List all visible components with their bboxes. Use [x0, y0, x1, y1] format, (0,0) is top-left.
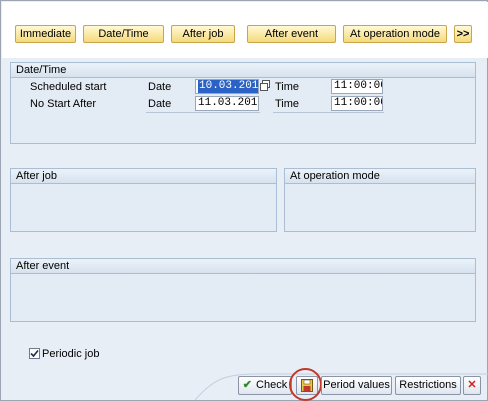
scheduled-start-time-field[interactable]: 11:00:00	[331, 79, 383, 94]
after-event-button[interactable]: After event	[247, 25, 336, 43]
after-job-group: After job	[10, 168, 277, 232]
at-operation-mode-button[interactable]: At operation mode	[343, 25, 447, 43]
more-options-button[interactable]: >>	[454, 25, 472, 43]
no-start-after-label: No Start After	[30, 98, 97, 110]
date-row-divider	[146, 112, 260, 113]
highlight-circle	[289, 368, 322, 401]
restrictions-button[interactable]: Restrictions	[395, 376, 461, 395]
date-time-group-title: Date/Time	[11, 63, 475, 78]
close-button[interactable]: ✕	[463, 376, 481, 395]
at-operation-mode-group-title: At operation mode	[285, 169, 475, 184]
scheduled-start-label: Scheduled start	[30, 81, 107, 93]
scheduled-start-date-label: Date	[148, 81, 172, 93]
immediate-button[interactable]: Immediate	[15, 25, 76, 43]
scheduled-start-date-value: 10.03.2013	[198, 80, 258, 93]
check-button-label: Check	[256, 379, 288, 391]
no-start-after-date-label: Date	[148, 98, 172, 110]
calendar-help-icon[interactable]	[260, 80, 270, 91]
close-icon: ✕	[467, 379, 477, 391]
scheduled-start-date-field[interactable]: 10.03.2013	[195, 79, 259, 94]
check-icon: ✔	[242, 379, 253, 391]
no-start-after-time-field[interactable]: 11:00:00	[331, 96, 383, 111]
after-job-button[interactable]: After job	[171, 25, 235, 43]
after-event-group-title: After event	[11, 259, 475, 274]
no-start-after-date-field[interactable]: 11.03.2013	[195, 96, 259, 111]
at-operation-mode-group: At operation mode	[284, 168, 476, 232]
time-row-divider	[273, 112, 384, 113]
period-values-button[interactable]: Period values	[321, 376, 392, 395]
periodic-job-checkbox[interactable]	[29, 348, 40, 359]
check-button[interactable]: ✔ Check	[238, 376, 292, 395]
no-start-after-time-label: Time	[275, 98, 300, 110]
date-time-button[interactable]: Date/Time	[83, 25, 164, 43]
checkmark-icon	[30, 349, 39, 358]
after-job-group-title: After job	[11, 169, 276, 184]
scheduled-start-time-label: Time	[275, 81, 300, 93]
after-event-group: After event	[10, 258, 476, 322]
